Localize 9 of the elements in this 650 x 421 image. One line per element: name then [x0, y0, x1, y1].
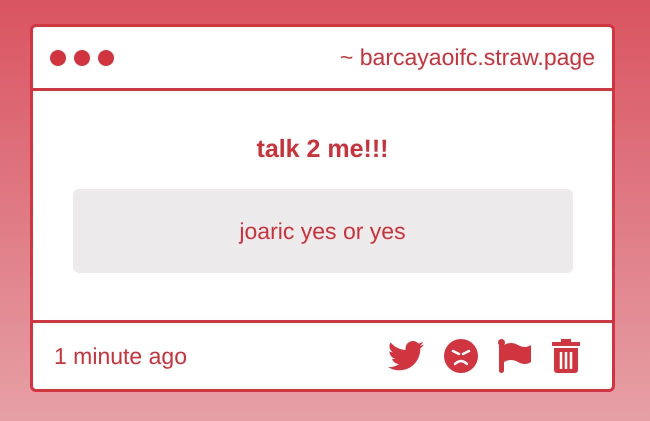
timestamp: 1 minute ago — [54, 342, 187, 370]
page-url: ~ barcayaoifc.straw.page — [340, 44, 595, 71]
flag-icon[interactable] — [498, 339, 532, 373]
angry-face-icon[interactable] — [444, 339, 478, 373]
answer-box: joaric yes or yes — [72, 189, 572, 273]
trash-icon[interactable] — [552, 339, 580, 373]
bird-icon[interactable] — [388, 341, 424, 371]
question-text: talk 2 me!!! — [256, 135, 388, 164]
window-dots-icon — [50, 48, 114, 66]
